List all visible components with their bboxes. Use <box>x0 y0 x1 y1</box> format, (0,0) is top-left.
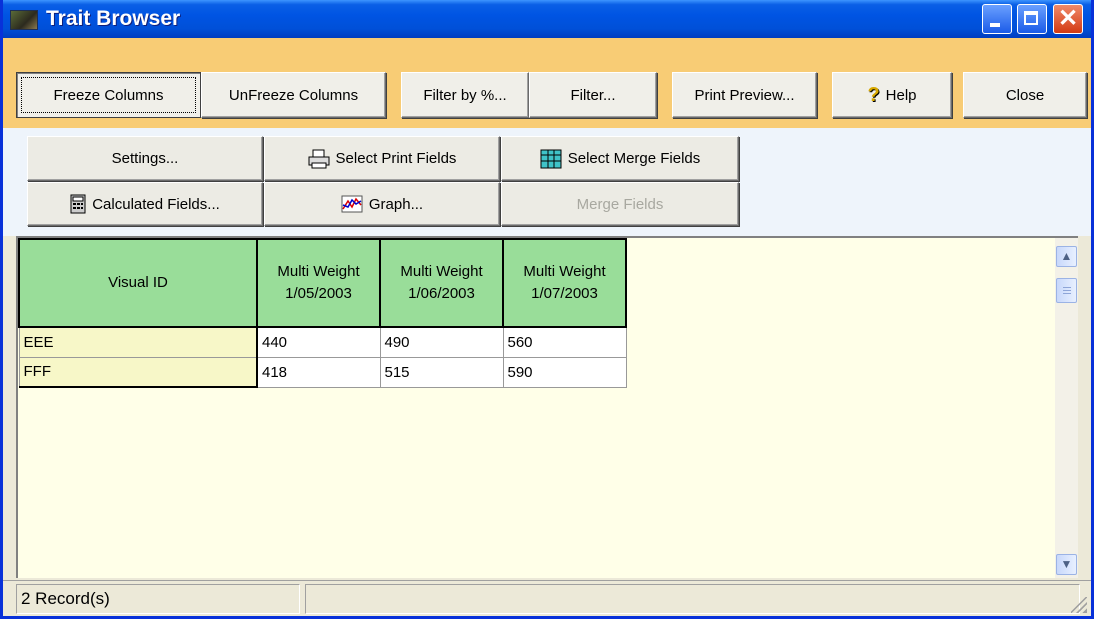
secondary-toolbar: Settings... Select Print Fields Select M… <box>3 128 1091 236</box>
maximize-button[interactable] <box>1017 4 1047 34</box>
close-icon: ✕ <box>1057 5 1079 32</box>
title-bar[interactable]: Trait Browser ✕ <box>3 0 1091 38</box>
settings-button[interactable]: Settings... <box>27 136 263 181</box>
merge-fields-button[interactable]: Merge Fields <box>501 182 739 226</box>
minimize-button[interactable] <box>982 4 1012 34</box>
calculator-icon <box>70 194 86 214</box>
graph-icon <box>341 195 363 213</box>
weight-cell[interactable]: 560 <box>502 326 627 358</box>
table-row[interactable]: FFF 418 515 590 <box>18 356 627 388</box>
scroll-down-icon[interactable]: ▼ <box>1056 554 1077 575</box>
printer-icon <box>308 149 330 168</box>
filter-button[interactable]: Filter... <box>529 72 657 118</box>
minimize-icon <box>990 23 1000 27</box>
table-row[interactable]: EEE 440 490 560 <box>18 326 627 358</box>
weight-cell[interactable]: 590 <box>502 356 627 388</box>
visual-id-cell[interactable]: EEE <box>18 326 258 358</box>
maximize-icon <box>1024 11 1038 25</box>
scroll-up-icon[interactable]: ▲ <box>1056 246 1077 267</box>
trait-table: Visual ID Multi Weight 1/05/2003 Multi We… <box>18 238 627 388</box>
table-icon <box>540 149 562 168</box>
resize-grip-icon[interactable] <box>1071 597 1087 613</box>
trait-browser-window: Trait Browser ✕ Freeze Columns UnFreeze … <box>0 0 1094 619</box>
graph-button[interactable]: Graph... <box>264 182 500 226</box>
select-print-fields-button[interactable]: Select Print Fields <box>264 136 500 181</box>
freeze-columns-button[interactable]: Freeze Columns <box>16 72 201 118</box>
data-grid[interactable]: Visual ID Multi Weight 1/05/2003 Multi We… <box>16 236 1078 578</box>
print-preview-button[interactable]: Print Preview... <box>672 72 817 118</box>
scrollbar-thumb[interactable] <box>1056 278 1077 303</box>
record-count: 2 Record(s) <box>16 584 300 614</box>
window-title: Trait Browser <box>46 7 181 30</box>
column-header-multi-weight-3[interactable]: Multi Weight 1/07/2003 <box>502 238 627 328</box>
weight-cell[interactable]: 418 <box>256 356 381 388</box>
app-icon <box>10 10 38 30</box>
weight-cell[interactable]: 490 <box>379 326 504 358</box>
column-header-multi-weight-1[interactable]: Multi Weight 1/05/2003 <box>256 238 381 328</box>
help-button[interactable]: ? Help <box>832 72 952 118</box>
close-button[interactable]: Close <box>963 72 1087 118</box>
filter-by-percent-button[interactable]: Filter by %... <box>401 72 529 118</box>
calculated-fields-button[interactable]: Calculated Fields... <box>27 182 263 226</box>
select-merge-fields-button[interactable]: Select Merge Fields <box>501 136 739 181</box>
close-window-button[interactable]: ✕ <box>1053 4 1083 34</box>
column-header-visual-id[interactable]: Visual ID <box>18 238 258 328</box>
weight-cell[interactable]: 515 <box>379 356 504 388</box>
help-icon: ? <box>867 83 880 106</box>
status-pane <box>305 584 1080 614</box>
unfreeze-columns-button[interactable]: UnFreeze Columns <box>201 72 386 118</box>
visual-id-cell[interactable]: FFF <box>18 356 258 388</box>
status-bar: 2 Record(s) <box>3 580 1091 616</box>
vertical-scrollbar[interactable]: ▲ ▼ <box>1055 238 1078 578</box>
column-header-multi-weight-2[interactable]: Multi Weight 1/06/2003 <box>379 238 504 328</box>
header-row: Visual ID Multi Weight 1/05/2003 Multi We… <box>18 238 627 328</box>
main-toolbar: Freeze Columns UnFreeze Columns Filter b… <box>3 38 1091 128</box>
weight-cell[interactable]: 440 <box>256 326 381 358</box>
